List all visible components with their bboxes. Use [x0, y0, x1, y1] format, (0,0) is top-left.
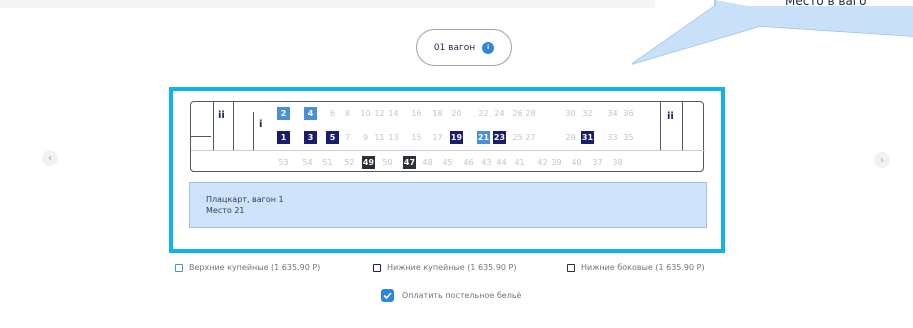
side-seat-50[interactable]: 50: [381, 156, 394, 169]
seat-25[interactable]: 25: [511, 131, 524, 144]
seat-7[interactable]: 7: [341, 131, 354, 144]
seat-36[interactable]: 36: [622, 107, 635, 120]
seat-13[interactable]: 13: [387, 131, 400, 144]
seat-4[interactable]: 4: [304, 107, 317, 120]
top-panel-edge: [0, 0, 655, 8]
legend-swatch: [175, 263, 183, 272]
seat-35[interactable]: 35: [622, 131, 635, 144]
wc-icon-right: ii: [667, 111, 674, 122]
seat-9[interactable]: 9: [359, 131, 372, 144]
info-seat: Место 21: [206, 206, 245, 215]
seat-27[interactable]: 27: [524, 131, 537, 144]
seat-21[interactable]: 21: [477, 131, 490, 144]
side-seat-42[interactable]: 42: [536, 156, 549, 169]
check-icon: [383, 292, 392, 299]
side-seat-47[interactable]: 47: [403, 156, 416, 169]
seat-26[interactable]: 26: [511, 107, 524, 120]
seat-8[interactable]: 8: [341, 107, 354, 120]
seat-14[interactable]: 14: [387, 107, 400, 120]
side-seat-51[interactable]: 51: [321, 156, 334, 169]
legend-lower-side: Нижние боковые (1 635.90 Р): [567, 263, 705, 272]
seat-17[interactable]: 17: [431, 131, 444, 144]
side-seat-45[interactable]: 45: [441, 156, 454, 169]
side-seat-38[interactable]: 38: [611, 156, 624, 169]
side-seat-49[interactable]: 49: [362, 156, 375, 169]
side-seat-48[interactable]: 48: [421, 156, 434, 169]
info-icon: i: [482, 41, 495, 54]
seat-1[interactable]: 1: [277, 131, 290, 144]
seat-5[interactable]: 5: [326, 131, 339, 144]
legend-label: Нижние боковые (1 635.90 Р): [581, 263, 705, 272]
side-seat-43[interactable]: 43: [480, 156, 493, 169]
prev-car-button[interactable]: ‹: [42, 150, 58, 166]
side-seat-53[interactable]: 53: [277, 156, 290, 169]
seat-16[interactable]: 16: [410, 107, 423, 120]
seat-34[interactable]: 34: [606, 107, 619, 120]
legend-swatch: [567, 263, 575, 272]
seat-12[interactable]: 12: [373, 107, 386, 120]
side-seat-54[interactable]: 54: [301, 156, 314, 169]
seat-24[interactable]: 24: [493, 107, 506, 120]
legend-label: Нижние купейные (1 635.90 Р): [387, 263, 517, 272]
chevron-right-icon: ›: [880, 154, 884, 166]
legend-swatch: [373, 263, 381, 272]
chevron-left-icon: ‹: [48, 152, 52, 164]
car-selector-label: 01 вагон: [433, 42, 476, 53]
seat-11[interactable]: 11: [373, 131, 386, 144]
seat-23[interactable]: 23: [493, 131, 506, 144]
side-seat-40[interactable]: 40: [570, 156, 583, 169]
seat-3[interactable]: 3: [304, 131, 317, 144]
seat-2[interactable]: 2: [277, 107, 290, 120]
seat-18[interactable]: 18: [431, 107, 444, 120]
seat-15[interactable]: 15: [410, 131, 423, 144]
side-seat-52[interactable]: 52: [343, 156, 356, 169]
legend-lower-coupe: Нижние купейные (1 635.90 Р): [373, 263, 516, 272]
seat-31[interactable]: 31: [581, 131, 594, 144]
info-car-type: Плацкарт, вагон 1: [206, 195, 284, 204]
side-seat-39[interactable]: 39: [550, 156, 563, 169]
car-selector-button[interactable]: 01 вагон i: [416, 29, 512, 66]
side-seat-46[interactable]: 46: [462, 156, 475, 169]
seat-33[interactable]: 33: [606, 131, 619, 144]
bedding-option[interactable]: Оплатить постельное бельё: [381, 289, 521, 302]
seat-22[interactable]: 22: [477, 107, 490, 120]
seat-32[interactable]: 32: [581, 107, 594, 120]
car-seat-map: ii i ii 2 4 6 8 10 12 14 16 18 20 22 24 26 28 30 32 34 36…: [190, 101, 705, 172]
side-seat-41[interactable]: 41: [513, 156, 526, 169]
seat-28[interactable]: 28: [524, 107, 537, 120]
bedding-checkbox[interactable]: [381, 289, 394, 302]
next-car-button[interactable]: ›: [874, 152, 890, 168]
seat-20[interactable]: 20: [450, 107, 463, 120]
seat-10[interactable]: 10: [359, 107, 372, 120]
seat-19[interactable]: 19: [450, 131, 463, 144]
seat-6[interactable]: 6: [326, 107, 339, 120]
tooltip-text: Место в ваго: [785, 0, 867, 8]
side-seat-37[interactable]: 37: [591, 156, 604, 169]
side-seat-44[interactable]: 44: [495, 156, 508, 169]
seat-29[interactable]: 29: [564, 131, 577, 144]
seat-30[interactable]: 30: [564, 107, 577, 120]
conductor-icon: i: [259, 119, 263, 130]
wc-icon-left: ii: [218, 110, 225, 121]
bedding-label: Оплатить постельное бельё: [402, 291, 522, 300]
selection-info-panel: Плацкарт, вагон 1 Место 21: [189, 182, 707, 228]
legend-label: Верхние купейные (1 635.90 Р): [189, 263, 321, 272]
legend-upper-coupe: Верхние купейные (1 635.90 Р): [175, 263, 320, 272]
